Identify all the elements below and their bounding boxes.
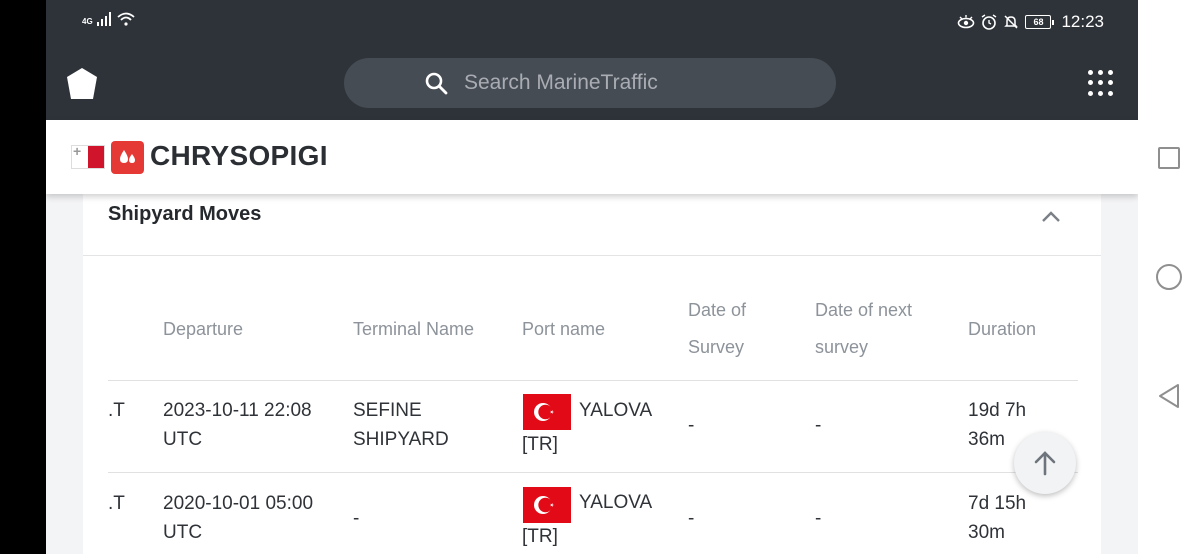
row2-port-name[interactable]: YALOVA [579, 492, 652, 514]
row2-clipped-cell: .T [108, 493, 125, 514]
row2-duration-line2: 30m [968, 522, 1005, 543]
row2-departure-date: 2020-10-01 05:00 [163, 493, 314, 514]
apps-menu-icon[interactable] [1088, 70, 1114, 96]
row2-date-of-next-survey: - [815, 508, 822, 529]
turkey-flag-icon [523, 394, 571, 430]
network-type: 4G [82, 17, 93, 26]
column-header-date-of-survey-line1: Date of [688, 300, 747, 320]
search-bar[interactable]: Search MarineTraffic [344, 58, 836, 108]
column-header-duration: Duration [968, 319, 1037, 339]
scroll-to-top-button[interactable] [1014, 432, 1076, 494]
status-bar: 4G 68 12:23 [46, 0, 1138, 46]
row1-port-country: [TR] [522, 434, 558, 455]
mute-bell-icon [1004, 15, 1019, 29]
row2-date-of-survey: - [688, 508, 695, 529]
back-icon[interactable] [1156, 382, 1182, 410]
row1-departure-date: 2023-10-11 22:08 [163, 400, 312, 421]
row1-departure-tz: UTC [163, 429, 203, 450]
arrow-up-icon [1034, 451, 1056, 476]
column-header-port-name: Port name [522, 319, 606, 339]
row2-departure-tz: UTC [163, 522, 203, 543]
signal-icon [96, 12, 111, 26]
section-title: Shipyard Moves [108, 203, 262, 225]
row2-duration-line1: 7d 15h [968, 493, 1027, 514]
left-screen-edge [0, 0, 46, 554]
home-icon[interactable] [1156, 264, 1182, 290]
malta-flag-icon [71, 143, 105, 169]
eye-comfort-icon [958, 15, 975, 29]
battery-icon: 68 [1025, 15, 1055, 29]
row-divider [108, 380, 1078, 381]
column-header-date-of-next-survey-line2: survey [815, 337, 869, 357]
row-divider [108, 472, 1078, 473]
row1-duration-line2: 36m [968, 429, 1005, 450]
column-header-terminal-name: Terminal Name [353, 319, 475, 339]
row2-terminal-line1: - [353, 508, 360, 529]
recent-apps-icon[interactable] [1158, 147, 1180, 169]
app-screen: 4G 68 12:23 Search MarineTraffic + CHRYS… [46, 0, 1138, 554]
column-header-date-of-survey-line2: Survey [688, 337, 745, 357]
battery-level: 68 [1033, 17, 1044, 27]
row1-date-of-survey: - [688, 415, 695, 436]
alarm-icon [982, 14, 997, 30]
status-right: 68 12:23 [957, 12, 1104, 32]
row2-port-country: [TR] [522, 526, 558, 547]
card-divider [83, 255, 1101, 256]
chevron-up-icon[interactable] [1041, 209, 1061, 223]
app-header: Search MarineTraffic [46, 46, 1138, 120]
vessel-header: CHRYSOPIGI [46, 120, 1138, 194]
column-header-date-of-next-survey-line1: Date of next [815, 300, 913, 320]
vessel-name: CHRYSOPIGI [150, 140, 328, 171]
turkey-flag-icon [523, 487, 571, 523]
row1-terminal-line2: SHIPYARD [353, 429, 449, 450]
wifi-icon [117, 12, 135, 26]
row1-date-of-next-survey: - [815, 415, 822, 436]
row1-clipped-cell: .T [108, 400, 125, 421]
shipyard-moves-card: Shipyard Moves Departure Terminal Name P… [83, 180, 1101, 554]
marinetraffic-logo-icon[interactable] [64, 66, 100, 102]
signal-indicators: 4G [82, 12, 135, 26]
tanker-type-icon [111, 141, 144, 174]
row1-terminal-line1: SEFINE [353, 400, 422, 421]
row1-duration-line1: 19d 7h [968, 400, 1027, 421]
search-icon [425, 72, 448, 95]
search-input[interactable]: Search MarineTraffic [464, 71, 658, 95]
row1-port-name[interactable]: YALOVA [579, 400, 652, 422]
clock: 12:23 [1061, 12, 1104, 31]
column-header-departure: Departure [163, 319, 244, 339]
